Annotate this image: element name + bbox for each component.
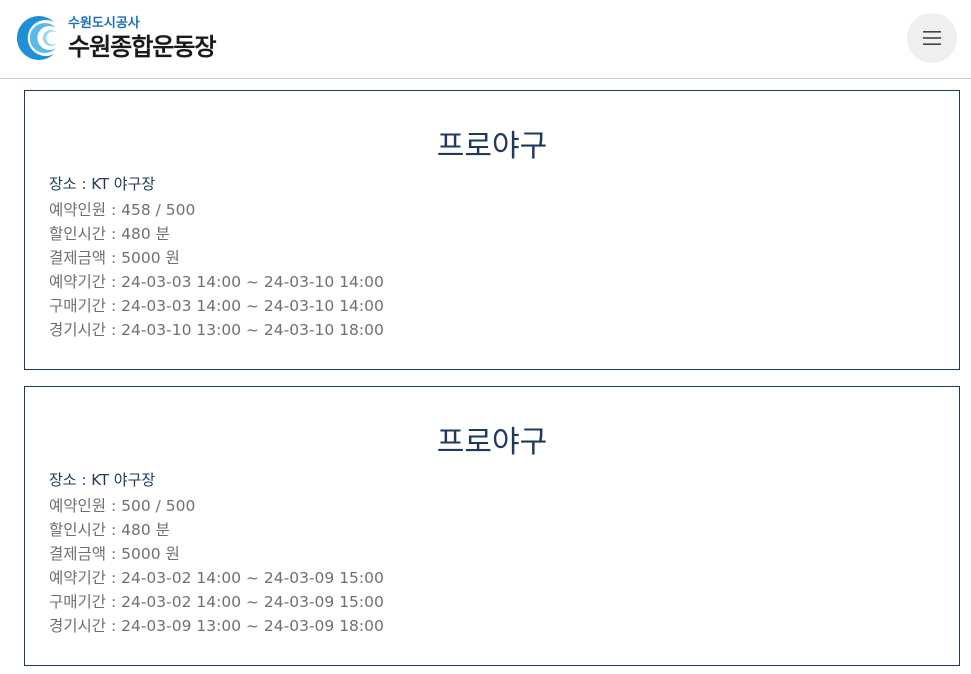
suwon-logo-icon [16,16,57,61]
game-time: 경기시간 : 24-03-10 13:00 ~ 24-03-10 18:00 [49,321,384,339]
header: 수원도시공사 수원종합운동장 [0,0,971,79]
card-title: 프로야구 [436,129,548,164]
hamburger-icon [923,31,941,45]
card-title: 프로야구 [436,425,548,460]
logo-subtitle: 수원도시공사 [68,16,140,31]
discount-time: 할인시간 : 480 분 [49,521,170,539]
card-location: 장소 : KT 야구장 [49,471,156,489]
payment-amount: 결제금액 : 5000 원 [49,249,180,267]
logo[interactable]: 수원도시공사 수원종합운동장 [10,12,217,64]
logo-title: 수원종합운동장 [68,33,217,61]
card-details: 예약인원 : 458 / 500 할인시간 : 480 분 결제금액 : 500… [49,198,384,342]
game-time: 경기시간 : 24-03-09 13:00 ~ 24-03-09 18:00 [49,617,384,635]
game-card[interactable]: 프로야구 장소 : KT 야구장 예약인원 : 500 / 500 할인시간 :… [24,386,960,666]
reservation-period: 예약기간 : 24-03-03 14:00 ~ 24-03-10 14:00 [49,273,384,291]
reservation-period: 예약기간 : 24-03-02 14:00 ~ 24-03-09 15:00 [49,569,384,587]
card-location: 장소 : KT 야구장 [49,175,156,193]
game-card[interactable]: 프로야구 장소 : KT 야구장 예약인원 : 458 / 500 할인시간 :… [24,90,960,370]
discount-time: 할인시간 : 480 분 [49,225,170,243]
reservation-count: 예약인원 : 458 / 500 [49,201,196,219]
card-details: 예약인원 : 500 / 500 할인시간 : 480 분 결제금액 : 500… [49,494,384,638]
reservation-count: 예약인원 : 500 / 500 [49,497,196,515]
purchase-period: 구매기간 : 24-03-03 14:00 ~ 24-03-10 14:00 [49,297,384,315]
menu-button[interactable] [907,13,957,63]
payment-amount: 결제금액 : 5000 원 [49,545,180,563]
purchase-period: 구매기간 : 24-03-02 14:00 ~ 24-03-09 15:00 [49,593,384,611]
